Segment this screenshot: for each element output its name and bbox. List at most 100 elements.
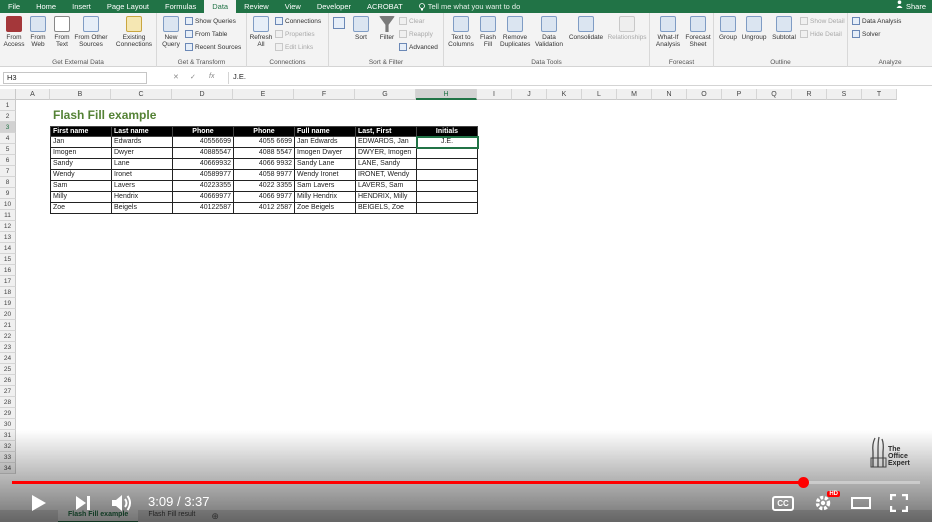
table-cell[interactable]: 40669932 xyxy=(172,158,234,170)
table-cell[interactable]: LAVERS, Sam xyxy=(355,180,417,192)
column-header-i[interactable]: I xyxy=(477,89,512,100)
tell-me-box[interactable]: Tell me what you want to do xyxy=(418,0,520,13)
table-cell[interactable]: EDWARDS, Jan xyxy=(355,136,417,148)
advanced-button[interactable]: Advanced xyxy=(399,43,438,51)
ribbon-tab-acrobat[interactable]: ACROBAT xyxy=(359,0,411,13)
row-header-20[interactable]: 20 xyxy=(0,309,16,320)
table-cell[interactable] xyxy=(416,169,478,181)
row-header-33[interactable]: 33 xyxy=(0,452,16,463)
enter-icon[interactable]: ✓ xyxy=(190,73,196,81)
fullscreen-button[interactable] xyxy=(886,490,912,516)
table-cell[interactable]: 4022 3355 xyxy=(233,180,295,192)
video-progress-bar[interactable] xyxy=(12,477,920,488)
formula-input[interactable]: J.E. xyxy=(228,72,924,84)
table-cell[interactable]: 4066 9932 xyxy=(233,158,295,170)
what-if-analysis-button[interactable]: What-If Analysis xyxy=(654,16,682,48)
data-analysis-button[interactable]: Data Analysis xyxy=(852,17,901,25)
column-header-h[interactable]: H xyxy=(416,89,477,100)
from-web-button[interactable]: From Web xyxy=(26,16,50,48)
ungroup-button[interactable]: Ungroup xyxy=(740,16,768,41)
table-cell[interactable]: Imogen Dwyer xyxy=(294,147,356,159)
row-header-30[interactable]: 30 xyxy=(0,419,16,430)
volume-button[interactable] xyxy=(108,490,136,516)
table-cell[interactable]: DWYER, Imogen xyxy=(355,147,417,159)
group-button[interactable]: Group xyxy=(716,16,740,41)
table-header-cell[interactable]: Phone xyxy=(233,126,295,137)
row-header-4[interactable]: 4 xyxy=(0,133,16,144)
new-sheet-icon[interactable]: ⊕ xyxy=(211,511,219,522)
column-header-j[interactable]: J xyxy=(512,89,547,100)
column-header-e[interactable]: E xyxy=(233,89,294,100)
table-cell[interactable]: BEIGELS, Zoe xyxy=(355,202,417,214)
table-cell[interactable]: Sandy xyxy=(50,158,112,170)
ribbon-tab-insert[interactable]: Insert xyxy=(64,0,99,13)
reapply-button[interactable]: Reapply xyxy=(399,30,433,38)
table-cell[interactable] xyxy=(416,191,478,203)
ribbon-tab-home[interactable]: Home xyxy=(28,0,64,13)
column-header-a[interactable]: A xyxy=(16,89,50,100)
row-header-2[interactable]: 2 xyxy=(0,111,16,122)
properties-button[interactable]: Properties xyxy=(275,30,315,38)
refresh-all-button[interactable]: Refresh All xyxy=(249,16,273,48)
table-cell[interactable]: LANE, Sandy xyxy=(355,158,417,170)
subtotal-button[interactable]: Subtotal xyxy=(770,16,798,41)
row-header-29[interactable]: 29 xyxy=(0,408,16,419)
next-button[interactable] xyxy=(70,490,96,516)
show-detail-button[interactable]: Show Detail xyxy=(800,17,845,25)
table-cell[interactable] xyxy=(416,202,478,214)
table-header-cell[interactable]: Last name xyxy=(111,126,173,137)
share-button[interactable]: Share xyxy=(896,0,926,13)
row-header-27[interactable]: 27 xyxy=(0,386,16,397)
column-header-c[interactable]: C xyxy=(111,89,172,100)
row-header-12[interactable]: 12 xyxy=(0,221,16,232)
table-cell[interactable]: 4058 9977 xyxy=(233,169,295,181)
column-header-g[interactable]: G xyxy=(355,89,416,100)
row-header-21[interactable]: 21 xyxy=(0,320,16,331)
table-header-cell[interactable]: Phone xyxy=(172,126,234,137)
column-header-d[interactable]: D xyxy=(172,89,233,100)
name-box[interactable]: H3 xyxy=(3,72,147,84)
from-access-button[interactable]: From Access xyxy=(2,16,26,48)
table-cell[interactable]: Jan Edwards xyxy=(294,136,356,148)
row-header-22[interactable]: 22 xyxy=(0,331,16,342)
table-cell[interactable]: Imogen xyxy=(50,147,112,159)
column-header-p[interactable]: P xyxy=(722,89,757,100)
from-other-sources-button[interactable]: From Other Sources xyxy=(74,16,108,48)
row-header-1[interactable]: 1 xyxy=(0,100,16,111)
existing-connections-button[interactable]: Existing Connections xyxy=(114,16,154,48)
row-header-3[interactable]: 3 xyxy=(0,122,16,133)
sort-button[interactable]: Sort xyxy=(349,16,373,41)
sort-az-button[interactable] xyxy=(333,17,345,29)
table-cell[interactable]: Wendy xyxy=(50,169,112,181)
row-header-11[interactable]: 11 xyxy=(0,210,16,221)
sheet-tab[interactable]: Flash Fill result xyxy=(138,509,205,522)
column-header-k[interactable]: K xyxy=(547,89,582,100)
table-header-cell[interactable]: Initials xyxy=(416,126,478,137)
filter-button[interactable]: Filter xyxy=(375,16,399,41)
row-header-18[interactable]: 18 xyxy=(0,287,16,298)
show-queries-button[interactable]: Show Queries xyxy=(185,17,236,25)
row-header-16[interactable]: 16 xyxy=(0,265,16,276)
connections-button[interactable]: Connections xyxy=(275,17,321,25)
remove-duplicates-button[interactable]: Remove Duplicates xyxy=(500,16,530,48)
row-header-13[interactable]: 13 xyxy=(0,232,16,243)
cancel-icon[interactable]: ✕ xyxy=(173,73,179,81)
edit-links-button[interactable]: Edit Links xyxy=(275,43,313,51)
column-header-f[interactable]: F xyxy=(294,89,355,100)
ribbon-tab-view[interactable]: View xyxy=(277,0,309,13)
table-cell[interactable]: Wendy Ironet xyxy=(294,169,356,181)
recent-sources-button[interactable]: Recent Sources xyxy=(185,43,241,51)
new-query-button[interactable]: New Query xyxy=(159,16,183,48)
table-cell[interactable]: Ironet xyxy=(111,169,173,181)
column-header-b[interactable]: B xyxy=(50,89,111,100)
row-header-25[interactable]: 25 xyxy=(0,364,16,375)
ribbon-tab-page-layout[interactable]: Page Layout xyxy=(99,0,157,13)
table-cell[interactable]: Milly Hendrix xyxy=(294,191,356,203)
table-cell[interactable]: Hendrix xyxy=(111,191,173,203)
table-cell[interactable] xyxy=(416,147,478,159)
flash-fill-button[interactable]: Flash Fill xyxy=(476,16,500,48)
row-header-24[interactable]: 24 xyxy=(0,353,16,364)
column-header-m[interactable]: M xyxy=(617,89,652,100)
ribbon-tab-developer[interactable]: Developer xyxy=(309,0,359,13)
table-cell[interactable]: 4066 9977 xyxy=(233,191,295,203)
